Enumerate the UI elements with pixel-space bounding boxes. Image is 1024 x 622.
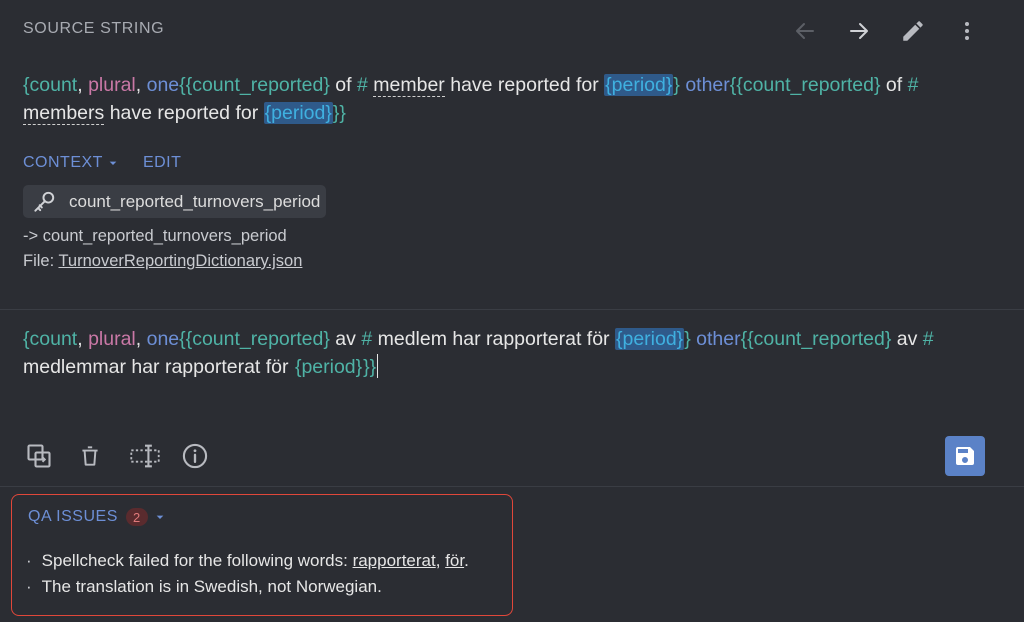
qa-issues-panel: QA ISSUES 2 · Spellcheck failed for the … (11, 494, 513, 616)
token-text: , (77, 328, 89, 350)
arrow-right-icon (850, 23, 868, 39)
token-variable: count_reported (192, 74, 324, 96)
delete-button[interactable] (77, 438, 129, 474)
more-vertical-icon (965, 22, 969, 40)
key-chip: count_reported_turnovers_period (23, 185, 327, 218)
text-caret (377, 354, 379, 378)
divider (0, 486, 1024, 487)
translation-editor[interactable]: {count, plural, one{{count_reported} av … (23, 325, 983, 381)
divider (0, 309, 1024, 310)
file-prefix: File: (23, 252, 59, 270)
more-button[interactable] (940, 14, 994, 48)
edit-source-button[interactable] (886, 14, 940, 48)
token-one: one (146, 328, 180, 350)
token-variable: count (29, 328, 78, 350)
token-variable: count_reported (192, 328, 324, 350)
token-brace: } (673, 74, 680, 96)
token-text: av (329, 328, 362, 350)
panel-title: SOURCE STRING (23, 20, 165, 37)
caret-down-icon (109, 161, 117, 165)
misspelled-word[interactable]: för (445, 551, 464, 570)
misspelled-word[interactable]: rapporterat (353, 551, 436, 570)
context-label: CONTEXT (23, 154, 103, 171)
source-text: {count, plural, one{{count_reported} of … (23, 71, 983, 127)
token-one: one (146, 74, 180, 96)
token-text: have reported for (104, 102, 264, 124)
context-description: -> count_reported_turnovers_period (23, 227, 287, 245)
glossary-term[interactable]: member (373, 74, 445, 97)
info-icon (182, 443, 208, 469)
qa-issue-text: The translation is in Swedish, not Norwe… (41, 577, 382, 596)
qa-issue-text: Spellcheck failed for the following word… (41, 551, 353, 570)
token-period: {period} (294, 356, 363, 378)
token-text: of (880, 74, 908, 96)
qa-issues-label: QA ISSUES (28, 508, 118, 525)
token-period-highlight: {period} (614, 328, 685, 350)
token-variable: count (29, 74, 78, 96)
next-button[interactable] (832, 14, 886, 48)
token-variable: count_reported (742, 74, 874, 96)
pencil-icon (903, 21, 923, 41)
editor-actions (25, 438, 233, 474)
token-text: medlemmar har rapporterat för (23, 356, 294, 378)
token-hash: # (922, 328, 934, 350)
trash-icon (82, 446, 98, 466)
token-period-highlight: {period} (263, 102, 333, 124)
resize-editor-button[interactable] (129, 438, 181, 474)
token-brace: }} (363, 356, 377, 378)
info-button[interactable] (181, 438, 233, 474)
key-name: count_reported_turnovers_period (69, 191, 321, 211)
context-row: CONTEXT EDIT (23, 154, 181, 172)
token-text: have reported for (444, 74, 605, 96)
qa-issues-count-badge: 2 (125, 508, 148, 526)
token-text: medlem har rapporterat för (372, 328, 615, 350)
arrow-left-icon (796, 23, 814, 39)
token-other: other (696, 328, 741, 350)
save-button[interactable] (945, 436, 985, 476)
qa-issue-text: . (464, 551, 469, 570)
token-brace: } (684, 328, 691, 350)
qa-issue-text: , (435, 551, 446, 570)
key-icon (34, 191, 55, 212)
context-file: File: TurnoverReportingDictionary.json (23, 252, 302, 271)
qa-issue-spellcheck: · Spellcheck failed for the following wo… (26, 551, 469, 570)
token-period-highlight: {period} (604, 74, 674, 96)
token-hash: # (361, 328, 373, 350)
text-field-icon (130, 444, 160, 468)
token-plural: plural (88, 328, 136, 350)
token-text: , (77, 74, 89, 96)
save-icon (956, 447, 974, 465)
prev-button[interactable] (778, 14, 832, 48)
token-variable: count_reported (753, 328, 885, 350)
context-edit-link[interactable]: EDIT (143, 154, 181, 172)
token-plural: plural (88, 74, 136, 96)
token-brace: }} (332, 102, 346, 124)
qa-issues-toggle[interactable]: QA ISSUES 2 (28, 508, 168, 526)
token-other: other (685, 74, 730, 96)
file-link[interactable]: TurnoverReportingDictionary.json (58, 252, 302, 270)
toolbar (778, 14, 994, 48)
glossary-term[interactable]: members (23, 102, 105, 125)
copy-source-icon (27, 444, 51, 468)
copy-source-button[interactable] (25, 438, 77, 474)
token-hash: # (907, 74, 919, 96)
token-text: av (891, 328, 923, 350)
token-hash: # (357, 74, 368, 96)
token-text: , (135, 74, 147, 96)
token-text: of (329, 74, 357, 96)
qa-issue-language: · The translation is in Swedish, not Nor… (26, 577, 382, 596)
token-text: , (135, 328, 147, 350)
context-toggle[interactable]: CONTEXT (23, 154, 121, 172)
caret-down-icon (156, 515, 164, 519)
